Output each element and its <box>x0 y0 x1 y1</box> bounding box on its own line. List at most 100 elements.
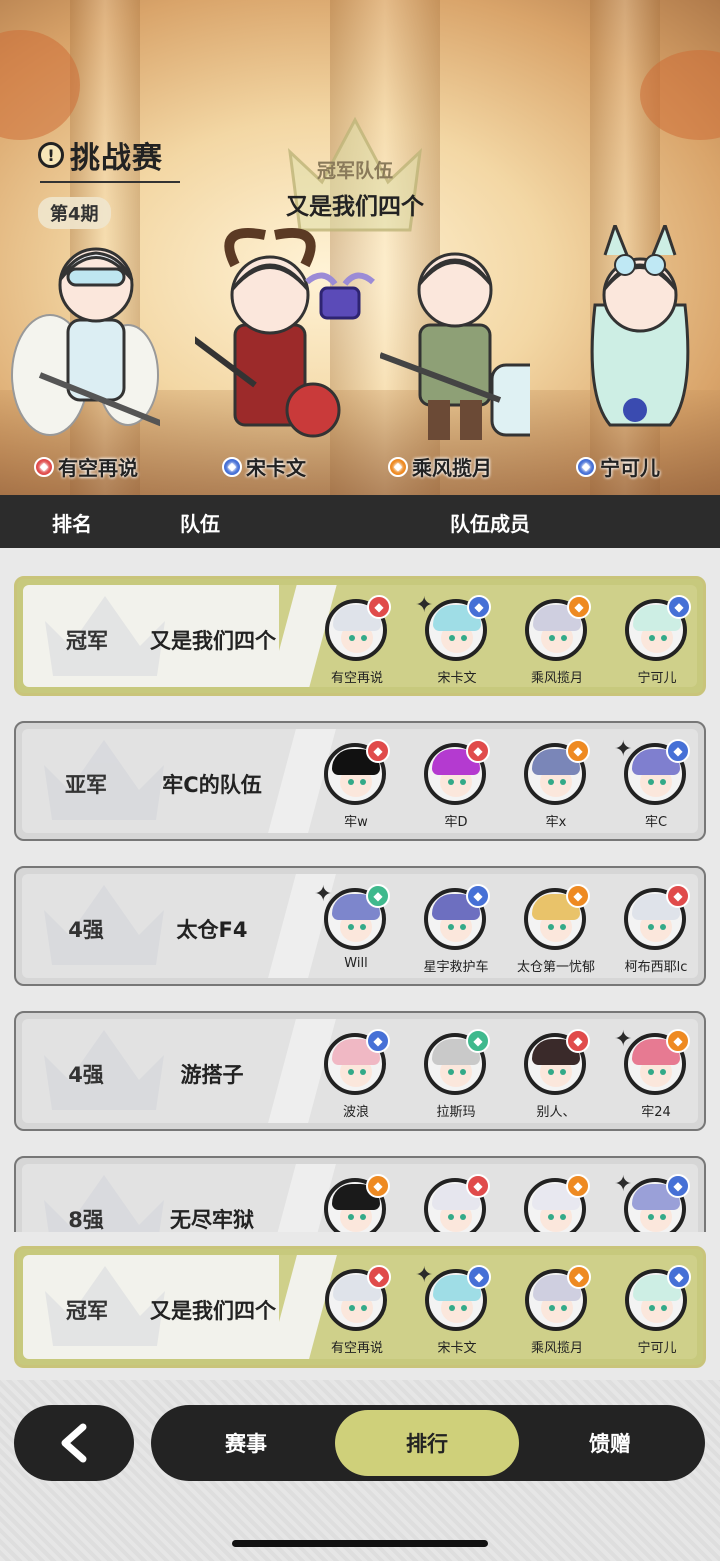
bottom-tab-bar: 赛事 排行 馈赠 <box>151 1405 705 1481</box>
member-name: 波浪 <box>342 1105 369 1120</box>
avatar-eye <box>461 1305 467 1311</box>
treasure-chest-icon[interactable] <box>305 262 375 324</box>
my-team-row[interactable]: 冠军 又是我们四个 ◆ 有空再说 ✦ ◆ 宋卡文 ◆ 乘风揽月 ◆ 宁可儿 <box>14 1246 706 1368</box>
ranking-row[interactable]: 4强 太仓F4 ✦ ◆ Will ◆ 星宇救护车 ◆ 太仓第一忧郁 ◆ 柯布西耶lc <box>14 866 706 986</box>
hero-character-2[interactable] <box>195 225 345 455</box>
avatar-eye <box>648 924 654 930</box>
back-button[interactable] <box>14 1405 134 1481</box>
team-name: 无尽牢狱 <box>170 1208 254 1232</box>
member-name: 宁可儿 <box>637 1341 677 1356</box>
member-name: 宋卡文 <box>437 1341 477 1356</box>
team-member[interactable]: ✦ ◆ Will <box>306 882 406 978</box>
team-member[interactable]: ◆ 星宇救护车 <box>406 884 506 978</box>
hero-character-4[interactable] <box>565 225 715 455</box>
member-name: 牢C <box>644 815 668 830</box>
avatar-eye <box>448 924 454 930</box>
team-member[interactable]: ◆ 宁可儿 <box>607 1265 697 1359</box>
avatar-eye <box>561 635 567 641</box>
star-badge-icon: ✦ <box>415 1263 434 1288</box>
my-team-card[interactable]: 冠军 又是我们四个 ◆ 有空再说 ✦ ◆ 宋卡文 ◆ 乘风揽月 ◆ 宁可儿 <box>14 1246 706 1368</box>
water-element-icon: ◆ <box>666 739 690 763</box>
avatar-eye <box>360 1214 366 1220</box>
water-element-icon: ◆ <box>467 595 491 619</box>
avatar-eye <box>660 1214 666 1220</box>
member-name: 乘风揽月 <box>530 1341 583 1356</box>
ranking-row[interactable]: 冠军 又是我们四个 ◆ 有空再说 ✦ ◆ 宋卡文 ◆ 乘风揽月 ◆ 宁可儿 <box>14 576 706 696</box>
member-name: 有空再说 <box>330 1341 383 1356</box>
avatar-eye <box>361 1305 367 1311</box>
autumn-tree <box>0 30 80 140</box>
avatar-eye <box>661 635 667 641</box>
team-member[interactable]: ◆ 乘风揽月 <box>507 595 607 687</box>
ranking-row[interactable]: 8强 无尽牢狱 ◆ ◆ ◆ ✦ ◆ <box>14 1156 706 1232</box>
team-member[interactable]: ✦ ◆ <box>606 1172 698 1232</box>
team-member[interactable]: ✦ ◆ 宋卡文 <box>407 1263 507 1359</box>
avatar-eye <box>560 1214 566 1220</box>
rank-label: 8强 <box>68 1208 104 1232</box>
star-badge-icon: ✦ <box>614 1027 633 1052</box>
member-name: 宁可儿 <box>637 671 677 686</box>
water-element-icon: ◆ <box>466 884 490 908</box>
team-member[interactable]: ◆ 牢x <box>506 739 606 833</box>
champion-team-name: 又是我们四个 <box>286 194 424 220</box>
thunder-element-icon: ◆ <box>567 1265 591 1289</box>
ranking-row[interactable]: 亚军 牢C的队伍 ◆ 牢w ◆ 牢D ◆ 牢x ✦ ◆ 牢C <box>14 721 706 841</box>
team-member[interactable]: ✦ ◆ 宋卡文 <box>407 593 507 687</box>
team-member[interactable]: ◆ 柯布西耶lc <box>606 884 698 978</box>
team-member[interactable]: ◆ 拉斯玛 <box>406 1029 506 1123</box>
avatar-eye <box>449 635 455 641</box>
rank-label: 亚军 <box>65 773 107 797</box>
tab-gifts[interactable]: 馈赠 <box>535 1405 685 1481</box>
avatar-eye <box>548 1214 554 1220</box>
team-member[interactable]: ◆ 牢w <box>306 739 406 833</box>
team-member[interactable]: ◆ <box>506 1174 606 1232</box>
fire-element-icon: ◆ <box>366 739 390 763</box>
ranking-list[interactable]: 冠军 又是我们四个 ◆ 有空再说 ✦ ◆ 宋卡文 ◆ 乘风揽月 ◆ 宁可儿 亚军 牢C的队伍 ◆ 牢w ◆ 牢D… <box>0 548 720 1232</box>
tab-events[interactable]: 赛事 <box>171 1405 321 1481</box>
ranking-row[interactable]: 4强 游搭子 ◆ 波浪 ◆ 拉斯玛 ◆ 别人、 ✦ ◆ 牢24 <box>14 1011 706 1131</box>
avatar-eye <box>648 779 654 785</box>
avatar-eye <box>660 924 666 930</box>
fire-element-icon: ◆ <box>34 456 54 477</box>
team-member[interactable]: ◆ 宁可儿 <box>607 595 697 687</box>
fire-element-icon: ◆ <box>666 884 690 908</box>
team-member[interactable]: ◆ <box>306 1174 406 1232</box>
team-member[interactable]: ◆ 有空再说 <box>307 1265 407 1359</box>
avatar-eye <box>548 1069 554 1075</box>
team-member[interactable]: ◆ 波浪 <box>306 1029 406 1123</box>
tab-ranking[interactable]: 排行 <box>335 1410 519 1476</box>
team-member[interactable]: ◆ 别人、 <box>506 1029 606 1123</box>
hero-name-3[interactable]: ◆ 乘风揽月 <box>388 452 492 481</box>
avatar-eye <box>361 635 367 641</box>
avatar-eye <box>561 1305 567 1311</box>
hero-name-2[interactable]: ◆ 宋卡文 <box>222 452 306 481</box>
hero-name-label: 宁可儿 <box>600 456 660 480</box>
team-member[interactable]: ◆ <box>406 1174 506 1232</box>
member-name: 星宇救护车 <box>423 960 489 975</box>
hero-name-1[interactable]: ◆ 有空再说 <box>34 452 138 481</box>
water-element-icon: ◆ <box>667 1265 691 1289</box>
hero-character-3[interactable] <box>380 225 530 455</box>
team-member[interactable]: ✦ ◆ 牢C <box>606 737 698 833</box>
avatar-eye <box>661 1305 667 1311</box>
hero-name-4[interactable]: ◆ 宁可儿 <box>576 452 660 481</box>
thunder-element-icon: ◆ <box>566 1174 590 1198</box>
team-member[interactable]: ◆ 牢D <box>406 739 506 833</box>
avatar-eye <box>649 635 655 641</box>
row-panel: 冠军 又是我们四个 ◆ 有空再说 ✦ ◆ 宋卡文 ◆ 乘风揽月 ◆ 宁可儿 <box>23 585 697 687</box>
member-name: Will <box>344 956 368 971</box>
team-member[interactable]: ◆ 乘风揽月 <box>507 1265 607 1359</box>
home-indicator[interactable] <box>232 1540 488 1547</box>
avatar-eye <box>348 779 354 785</box>
water-element-icon: ◆ <box>666 1174 690 1198</box>
team-member[interactable]: ◆ 有空再说 <box>307 595 407 687</box>
team-member[interactable]: ✦ ◆ 牢24 <box>606 1027 698 1123</box>
thunder-element-icon: ◆ <box>366 1174 390 1198</box>
hero-character-1[interactable] <box>10 225 160 455</box>
water-element-icon: ◆ <box>467 1265 491 1289</box>
member-name: 太仓第一忧郁 <box>516 960 595 975</box>
row-panel: 8强 无尽牢狱 ◆ ◆ ◆ ✦ ◆ <box>22 1164 698 1232</box>
team-member[interactable]: ◆ 太仓第一忧郁 <box>506 884 606 978</box>
water-element-icon: ◆ <box>576 456 596 477</box>
info-icon[interactable]: ! <box>38 142 64 168</box>
